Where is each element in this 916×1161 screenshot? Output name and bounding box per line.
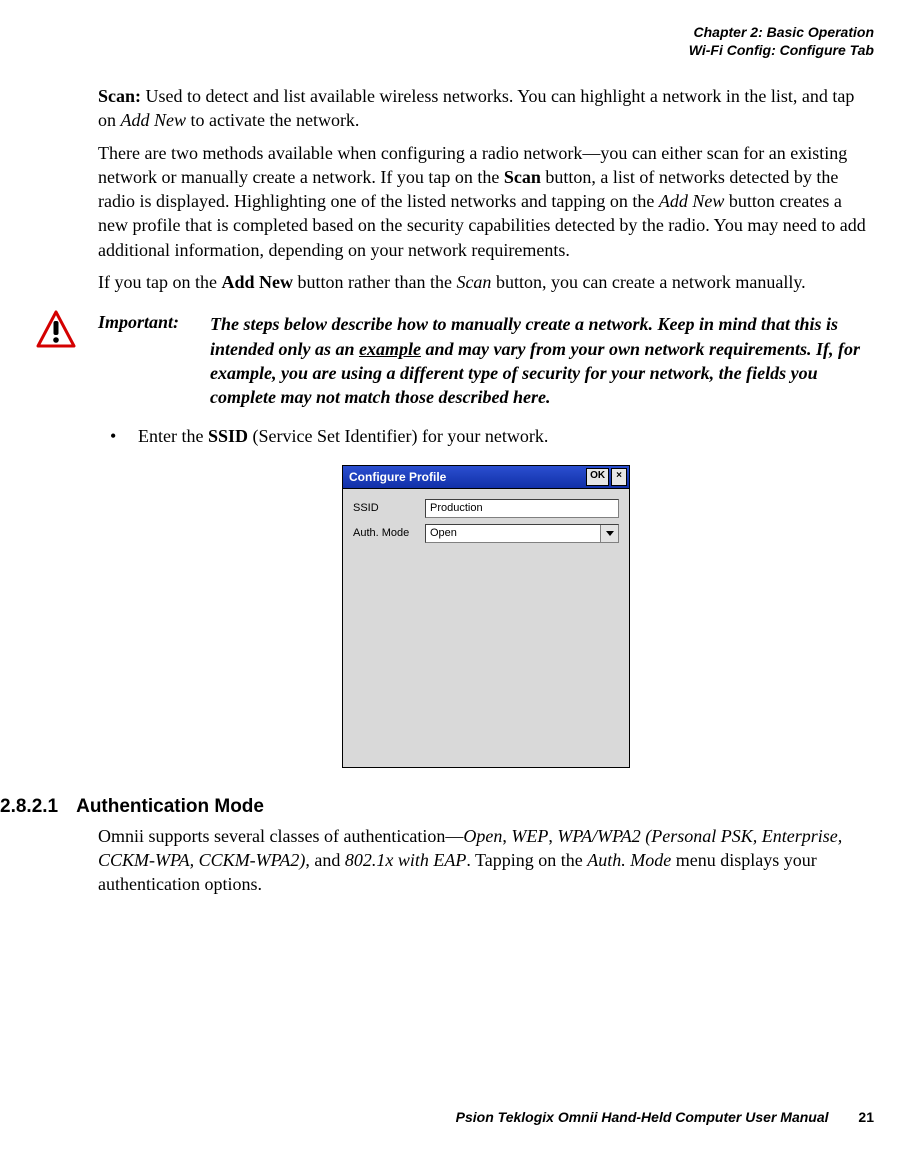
text: . Tapping on the bbox=[466, 850, 587, 870]
page-number: 21 bbox=[858, 1109, 874, 1125]
bullet-marker: • bbox=[110, 426, 138, 447]
page-footer: Psion Teklogix Omnii Hand-Held Computer … bbox=[456, 1109, 874, 1125]
scan-ref: Scan bbox=[504, 167, 541, 187]
chevron-down-icon bbox=[606, 531, 614, 536]
section-title: Authentication Mode bbox=[76, 796, 264, 818]
paragraph-methods: There are two methods available when con… bbox=[98, 141, 874, 262]
close-button[interactable]: × bbox=[611, 468, 627, 486]
auth-mode-label: Auth. Mode bbox=[353, 527, 425, 539]
dialog-body: SSID Auth. Mode Open bbox=[343, 489, 629, 767]
configure-profile-dialog: Configure Profile OK × SSID Auth. Mode O… bbox=[342, 465, 630, 768]
paragraph-manual: If you tap on the Add New button rather … bbox=[98, 270, 874, 294]
wep-ref: WEP bbox=[511, 826, 548, 846]
auth-mode-select[interactable]: Open bbox=[425, 524, 619, 543]
bullet-text: Enter the SSID (Service Set Identifier) … bbox=[138, 426, 874, 447]
text: button rather than the bbox=[293, 272, 456, 292]
ok-button[interactable]: OK bbox=[586, 468, 609, 486]
text: to activate the network. bbox=[186, 110, 359, 130]
header-chapter: Chapter 2: Basic Operation bbox=[689, 24, 874, 42]
important-label: Important: bbox=[98, 312, 210, 409]
text: If you tap on the bbox=[98, 272, 221, 292]
important-text: The steps below describe how to manually… bbox=[210, 312, 874, 409]
paragraph-auth: Omnii supports several classes of authen… bbox=[98, 824, 874, 897]
ssid-ref: SSID bbox=[208, 426, 248, 446]
dialog-title: Configure Profile bbox=[349, 470, 446, 484]
warning-icon bbox=[36, 310, 76, 348]
text: , and bbox=[305, 850, 345, 870]
example-underline: example bbox=[359, 339, 421, 359]
ssid-input[interactable] bbox=[425, 499, 619, 518]
paragraph-scan: Scan: Used to detect and list available … bbox=[98, 84, 874, 133]
label-scan: Scan: bbox=[98, 86, 141, 106]
addnew-ref: Add New bbox=[221, 272, 293, 292]
text: button, you can create a network manuall… bbox=[491, 272, 805, 292]
open-ref: Open bbox=[463, 826, 502, 846]
scan-ref: Scan bbox=[456, 272, 491, 292]
footer-text: Psion Teklogix Omnii Hand-Held Computer … bbox=[456, 1109, 829, 1125]
addnew-ref: Add New bbox=[659, 191, 725, 211]
section-number: 2.8.2.1 bbox=[0, 796, 58, 818]
page-content: Scan: Used to detect and list available … bbox=[98, 84, 874, 904]
text: (Service Set Identifier) for your networ… bbox=[248, 426, 548, 446]
bullet-ssid: • Enter the SSID (Service Set Identifier… bbox=[110, 426, 874, 447]
text: Omnii supports several classes of authen… bbox=[98, 826, 463, 846]
header-section: Wi-Fi Config: Configure Tab bbox=[689, 42, 874, 60]
page-header: Chapter 2: Basic Operation Wi-Fi Config:… bbox=[689, 24, 874, 59]
ssid-label: SSID bbox=[353, 502, 425, 514]
eap-ref: 802.1x with EAP bbox=[345, 850, 466, 870]
auth-mode-value: Open bbox=[426, 525, 600, 542]
addnew-ref: Add New bbox=[121, 110, 187, 130]
authmode-ref: Auth. Mode bbox=[587, 850, 671, 870]
section-heading: 2.8.2.1 Authentication Mode bbox=[0, 796, 874, 818]
important-note: Important: The steps below describe how … bbox=[98, 312, 874, 409]
dropdown-button[interactable] bbox=[600, 525, 618, 542]
text: Enter the bbox=[138, 426, 208, 446]
dialog-titlebar: Configure Profile OK × bbox=[343, 466, 629, 489]
